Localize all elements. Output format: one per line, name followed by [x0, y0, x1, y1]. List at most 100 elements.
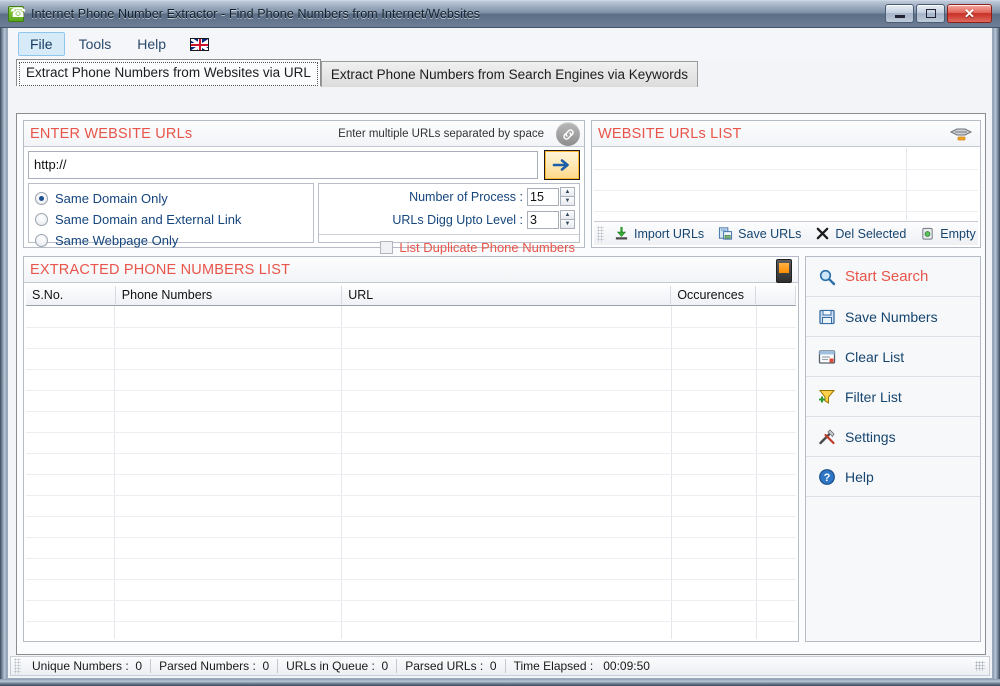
settings-button[interactable]: Settings — [806, 417, 980, 457]
extracted-grid-body[interactable] — [26, 306, 796, 639]
tab-label: Extract Phone Numbers from Search Engine… — [330, 67, 689, 82]
panel-title: EXTRACTED PHONE NUMBERS LIST — [30, 261, 291, 278]
toolbar-label: Import URLs — [634, 226, 705, 241]
radio-button[interactable] — [35, 191, 48, 205]
menu-item-help[interactable]: Help — [125, 32, 178, 56]
go-arrow-button[interactable] — [544, 150, 580, 180]
urls-digg-level-label: URLs Digg Upto Level : — [392, 212, 523, 227]
radio-row-same-webpage-only[interactable]: Same Webpage Only — [35, 230, 307, 250]
sidebar-label: Save Numbers — [845, 308, 938, 325]
menu-item-tools[interactable]: Tools — [67, 32, 124, 56]
number-of-process-stepper[interactable]: ▲ ▼ — [560, 187, 575, 206]
grid-row-separator — [26, 495, 796, 496]
process-settings-box: Number of Process : 15 ▲ ▼ URLs Digg Upt… — [318, 183, 580, 255]
list-duplicate-row[interactable]: List Duplicate Phone Numbers — [319, 234, 579, 256]
minimize-button[interactable] — [885, 4, 914, 23]
radio-button[interactable] — [35, 212, 48, 226]
radio-button[interactable] — [35, 233, 48, 247]
tab-strip: Extract Phone Numbers from Websites via … — [16, 59, 984, 87]
radio-row-same-domain-only[interactable]: Same Domain Only — [35, 188, 307, 208]
clear-list-button[interactable]: Clear List — [806, 337, 980, 377]
column-header-occurences[interactable]: Occurences — [671, 284, 756, 306]
window-frame-left — [0, 0, 7, 686]
grid-row-separator — [26, 453, 796, 454]
toolbar-grip-handle[interactable] — [597, 225, 604, 242]
grid-row-separator — [26, 327, 796, 328]
start-search-button[interactable]: Start Search — [806, 257, 980, 297]
radio-row-same-domain-and-external-link[interactable]: Same Domain and External Link — [35, 209, 307, 229]
status-parsed-urls: Parsed URLs : 0 — [397, 659, 504, 673]
help-button[interactable]: ? Help — [806, 457, 980, 497]
sidebar-label: Filter List — [845, 388, 902, 405]
status-label: URLs in Queue : — [286, 659, 375, 673]
grid-row-separator — [26, 411, 796, 412]
window-title: Internet Phone Number Extractor - Find P… — [31, 6, 481, 21]
grid-row-separator — [26, 348, 796, 349]
link-icon — [556, 122, 580, 146]
stepper-up-icon[interactable]: ▲ — [560, 210, 575, 219]
mobile-phone-icon — [776, 259, 792, 283]
svg-text:?: ? — [824, 472, 831, 484]
filter-list-button[interactable]: Filter List — [806, 377, 980, 417]
maximize-button[interactable] — [916, 4, 945, 23]
tab-extract-via-url[interactable]: Extract Phone Numbers from Websites via … — [16, 59, 321, 86]
status-label: Time Elapsed : — [513, 659, 594, 673]
status-label: Parsed Numbers : — [159, 659, 256, 673]
import-urls-button[interactable]: Import URLs — [607, 223, 711, 245]
status-value: 0 — [262, 659, 270, 673]
save-urls-button[interactable]: Save URLs — [711, 223, 808, 245]
list-duplicate-checkbox[interactable] — [380, 240, 394, 254]
statusbar-resize-grip[interactable] — [975, 661, 985, 671]
filter-funnel-icon — [818, 388, 836, 406]
number-of-process-input[interactable]: 15 — [527, 187, 559, 206]
panel-header: ENTER WEBSITE URLs Enter multiple URLs s… — [24, 121, 584, 147]
radio-label: Same Webpage Only — [55, 232, 179, 248]
status-label: Parsed URLs : — [405, 659, 484, 673]
action-sidebar: Start Search Save Numbers Clear List Fil… — [805, 256, 981, 642]
panel-title: ENTER WEBSITE URLs — [30, 125, 193, 142]
grid-row-separator — [26, 390, 796, 391]
statusbar-grip-handle[interactable] — [14, 658, 21, 674]
close-button[interactable]: ✕ — [947, 4, 992, 23]
url-input[interactable]: http:// — [28, 151, 538, 179]
delete-x-icon — [815, 226, 830, 241]
grid-row-separator — [26, 558, 796, 559]
grid-row-separator — [26, 474, 796, 475]
menu-bar: File Tools Help — [8, 28, 992, 60]
column-header-spacer — [756, 284, 796, 306]
save-icon — [718, 226, 733, 241]
stepper-down-icon[interactable]: ▼ — [560, 196, 575, 206]
status-urls-in-queue: URLs in Queue : 0 — [278, 659, 396, 673]
window-frame-bottom — [0, 679, 1000, 686]
del-selected-button[interactable]: Del Selected — [808, 223, 913, 245]
uk-flag-icon[interactable] — [190, 37, 210, 51]
tools-icon — [818, 428, 836, 446]
tab-extract-via-keywords[interactable]: Extract Phone Numbers from Search Engine… — [320, 61, 699, 87]
empty-button[interactable]: Empty — [913, 223, 982, 245]
sidebar-label: Settings — [845, 428, 896, 445]
status-time-elapsed: Time Elapsed : 00:09:50 — [506, 659, 658, 673]
clear-list-icon — [818, 348, 836, 366]
grid-column-separator — [756, 306, 757, 639]
urls-digg-level-stepper[interactable]: ▲ ▼ — [560, 210, 575, 229]
status-value: 00:09:50 — [603, 659, 650, 673]
column-header-sno[interactable]: S.No. — [26, 284, 116, 306]
column-header-url[interactable]: URL — [342, 284, 672, 306]
menu-item-file[interactable]: File — [18, 32, 65, 56]
website-urls-grid[interactable] — [594, 148, 978, 220]
urls-digg-level-input[interactable]: 3 — [527, 210, 559, 229]
stepper-down-icon[interactable]: ▼ — [560, 219, 575, 229]
website-urls-list-panel: WEBSITE URLs LIST Import URLs Save URLs … — [591, 120, 981, 248]
tab-label: Extract Phone Numbers from Websites via … — [26, 65, 311, 80]
column-header-phone-numbers[interactable]: Phone Numbers — [116, 284, 343, 306]
grid-row-separator — [594, 190, 978, 191]
stepper-up-icon[interactable]: ▲ — [560, 187, 575, 196]
status-parsed-numbers: Parsed Numbers : 0 — [151, 659, 277, 673]
chain-icon — [946, 123, 976, 145]
save-numbers-button[interactable]: Save Numbers — [806, 297, 980, 337]
tab-page-extract-via-url: ENTER WEBSITE URLs Enter multiple URLs s… — [16, 113, 986, 655]
status-bar: Unique Numbers : 0 Parsed Numbers : 0 UR… — [10, 656, 990, 676]
client-area: File Tools Help Extract Phone Numbers fr… — [7, 28, 993, 679]
status-value: 0 — [135, 659, 143, 673]
title-bar[interactable]: Internet Phone Number Extractor - Find P… — [0, 0, 1000, 28]
